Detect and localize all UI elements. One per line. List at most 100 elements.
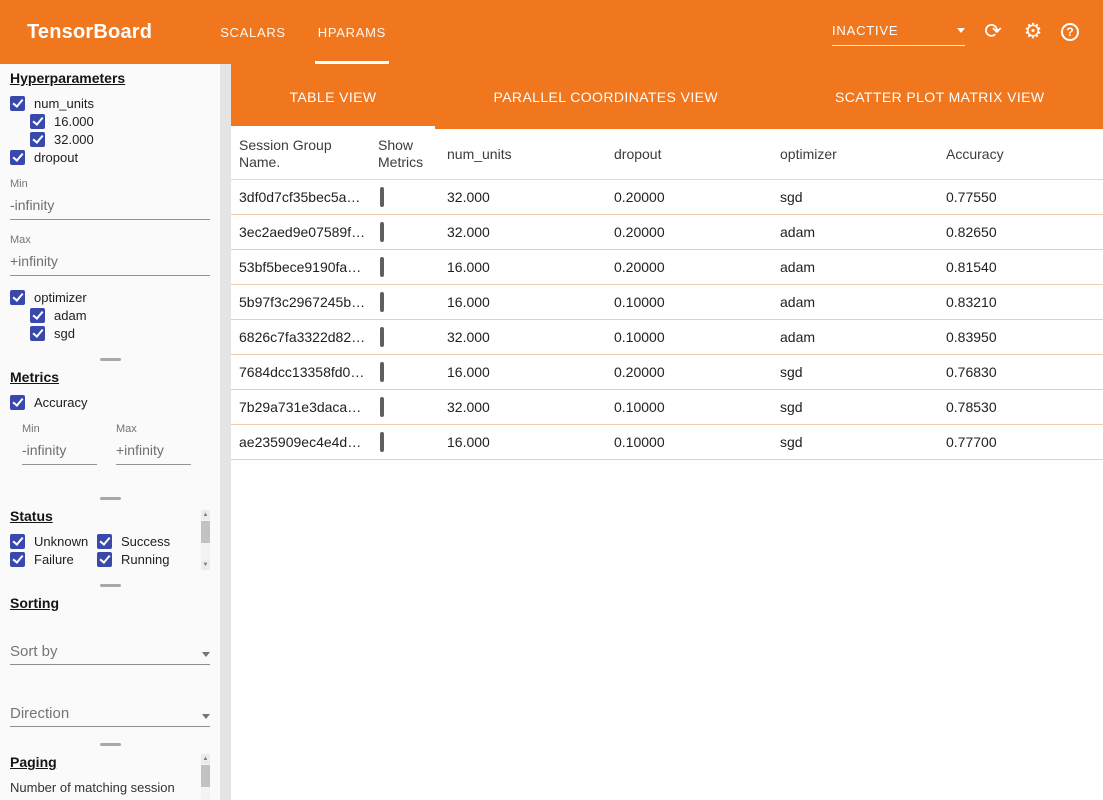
- sort-by-select[interactable]: Sort by: [10, 643, 210, 665]
- num-units-value: 32.000: [447, 189, 614, 205]
- hparam-optimizer-adam-row: adam: [30, 306, 210, 324]
- dropout-value: 0.20000: [614, 224, 780, 240]
- refresh-icon[interactable]: ⟳: [981, 20, 1005, 44]
- num-units-label: num_units: [34, 96, 94, 111]
- tab-hparams[interactable]: HPARAMS: [302, 0, 402, 64]
- session-groups-table: Session Group Name. Show Metrics num_uni…: [231, 129, 1103, 800]
- show-metrics-checkbox[interactable]: [380, 362, 384, 382]
- scrollbar-thumb[interactable]: [201, 765, 210, 787]
- session-group-name: 5b97f3c2967245b…: [239, 294, 378, 310]
- dropout-min-field: Min -infinity: [10, 178, 210, 220]
- run-status-select[interactable]: INACTIVE: [832, 23, 965, 46]
- scrollbar-thumb[interactable]: [201, 521, 210, 543]
- tab-scatter-plot-matrix-view[interactable]: SCATTER PLOT MATRIX VIEW: [776, 64, 1103, 129]
- num-units-32-checkbox[interactable]: [30, 132, 45, 147]
- hparam-dropout-row: dropout: [10, 148, 210, 166]
- matching-groups-count: Number of matching session groups: 8: [10, 779, 188, 800]
- hparam-optimizer-sgd-row: sgd: [30, 324, 210, 342]
- dropout-max-input[interactable]: +infinity: [10, 248, 210, 276]
- status-unknown-row: Unknown: [10, 532, 97, 550]
- scroll-up-icon[interactable]: ▲: [201, 510, 210, 520]
- status-options: Unknown Success Failure Running: [10, 532, 210, 568]
- paging-scrollbar[interactable]: ▲: [201, 754, 210, 800]
- optimizer-sgd-checkbox[interactable]: [30, 326, 45, 341]
- metrics-section: Metrics Accuracy Min -infinity Max +infi…: [10, 369, 210, 465]
- session-group-name: 53bf5bece9190fa…: [239, 259, 378, 275]
- top-nav-tabs: SCALARS HPARAMS: [204, 0, 402, 64]
- optimizer-value: adam: [780, 294, 946, 310]
- metric-min-input[interactable]: -infinity: [22, 437, 97, 465]
- show-metrics-checkbox[interactable]: [380, 327, 384, 347]
- num-units-value: 16.000: [447, 294, 614, 310]
- dropout-min-input[interactable]: -infinity: [10, 192, 210, 220]
- num-units-value: 16.000: [447, 259, 614, 275]
- num-units-checkbox[interactable]: [10, 96, 25, 111]
- scroll-down-icon[interactable]: ▼: [201, 560, 210, 570]
- hparams-main-panel: TABLE VIEW PARALLEL COORDINATES VIEW SCA…: [231, 64, 1103, 800]
- num-units-16-label: 16.000: [54, 114, 94, 129]
- metric-max-input[interactable]: +infinity: [116, 437, 191, 465]
- status-success-checkbox[interactable]: [97, 534, 112, 549]
- session-group-name: 3ec2aed9e07589f…: [239, 224, 378, 240]
- hparam-num-units-16-row: 16.000: [30, 112, 210, 130]
- dropout-max-label: Max: [10, 234, 210, 246]
- metric-min-field: Min -infinity: [22, 423, 97, 465]
- session-group-name: 6826c7fa3322d82…: [239, 329, 378, 345]
- status-running-checkbox[interactable]: [97, 552, 112, 567]
- optimizer-label: optimizer: [34, 290, 87, 305]
- tab-table-view[interactable]: TABLE VIEW: [231, 64, 435, 129]
- metrics-title: Metrics: [10, 369, 210, 385]
- col-show-metrics: Show Metrics: [378, 137, 447, 171]
- tab-parallel-coordinates-view[interactable]: PARALLEL COORDINATES VIEW: [435, 64, 776, 129]
- status-unknown-checkbox[interactable]: [10, 534, 25, 549]
- show-metrics-checkbox[interactable]: [380, 187, 384, 207]
- section-resize-handle[interactable]: [100, 584, 121, 587]
- num-units-32-label: 32.000: [54, 132, 94, 147]
- view-tabs: TABLE VIEW PARALLEL COORDINATES VIEW SCA…: [231, 64, 1103, 129]
- gear-icon[interactable]: ⚙: [1021, 20, 1045, 44]
- section-resize-handle[interactable]: [100, 358, 121, 361]
- tensorboard-app: TensorBoard SCALARS HPARAMS INACTIVE ⟳ ⚙…: [0, 0, 1103, 800]
- num-units-value: 32.000: [447, 329, 614, 345]
- dropout-label: dropout: [34, 150, 78, 165]
- accuracy-value: 0.83950: [946, 329, 1103, 345]
- show-metrics-checkbox[interactable]: [380, 432, 384, 452]
- optimizer-checkbox[interactable]: [10, 290, 25, 305]
- dropout-min-label: Min: [10, 178, 210, 190]
- accuracy-checkbox[interactable]: [10, 395, 25, 410]
- section-resize-handle[interactable]: [100, 497, 121, 500]
- status-section: Status Unknown Success Failure: [10, 508, 210, 568]
- scroll-up-icon[interactable]: ▲: [201, 754, 210, 764]
- num-units-16-checkbox[interactable]: [30, 114, 45, 129]
- paging-title: Paging: [10, 754, 210, 770]
- accuracy-value: 0.78530: [946, 399, 1103, 415]
- accuracy-value: 0.81540: [946, 259, 1103, 275]
- chevron-down-icon: [957, 28, 965, 33]
- hyperparameters-section: Hyperparameters num_units 16.000 32.000 …: [10, 70, 210, 342]
- top-app-bar: TensorBoard SCALARS HPARAMS INACTIVE ⟳ ⚙…: [0, 0, 1103, 64]
- metric-minmax-fields: Min -infinity Max +infinity: [22, 423, 210, 465]
- chevron-down-icon: [202, 652, 210, 657]
- optimizer-adam-checkbox[interactable]: [30, 308, 45, 323]
- show-metrics-checkbox[interactable]: [380, 222, 384, 242]
- table-row: 3ec2aed9e07589f… 32.000 0.20000 adam 0.8…: [231, 215, 1103, 250]
- show-metrics-checkbox[interactable]: [380, 397, 384, 417]
- help-icon[interactable]: ?: [1061, 23, 1079, 41]
- scrollbar-track[interactable]: [201, 764, 210, 800]
- status-success-row: Success: [97, 532, 210, 550]
- optimizer-sgd-label: sgd: [54, 326, 75, 341]
- status-failure-checkbox[interactable]: [10, 552, 25, 567]
- direction-select[interactable]: Direction: [10, 705, 210, 727]
- col-dropout: dropout: [614, 146, 780, 163]
- optimizer-adam-label: adam: [54, 308, 87, 323]
- scrollbar-track[interactable]: [201, 520, 210, 560]
- show-metrics-checkbox[interactable]: [380, 257, 384, 277]
- hyperparameters-title: Hyperparameters: [10, 70, 210, 86]
- tab-scalars[interactable]: SCALARS: [204, 0, 302, 64]
- status-unknown-label: Unknown: [34, 534, 88, 549]
- show-metrics-checkbox[interactable]: [380, 292, 384, 312]
- dropout-checkbox[interactable]: [10, 150, 25, 165]
- section-resize-handle[interactable]: [100, 743, 121, 746]
- status-scrollbar[interactable]: ▲ ▼: [201, 510, 210, 570]
- run-status-value: INACTIVE: [832, 23, 898, 38]
